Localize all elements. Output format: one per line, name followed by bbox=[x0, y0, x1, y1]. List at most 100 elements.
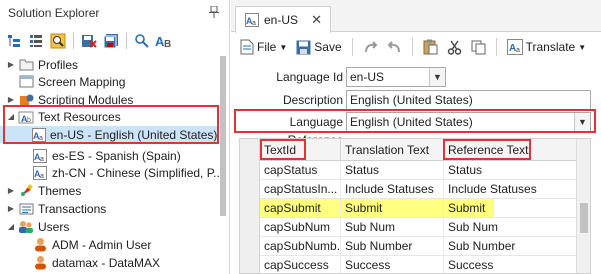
tree-item-en-us[interactable]: Aa en-US - English (United States) bbox=[0, 126, 217, 143]
tree-item-users[interactable]: ◢ Users bbox=[6, 218, 69, 235]
expand-arrow-icon[interactable]: ▶ bbox=[6, 200, 16, 217]
tree-item-profiles[interactable]: ▶ Profiles bbox=[6, 56, 78, 73]
tree-item-transactions[interactable]: ▶ Transactions bbox=[6, 200, 106, 217]
language-icon: Aa bbox=[32, 165, 48, 181]
language-reference-select[interactable]: English (United States) ▼ bbox=[346, 112, 591, 132]
collapse-arrow-icon[interactable]: ◢ bbox=[6, 218, 16, 235]
find-text-icon[interactable] bbox=[132, 31, 152, 51]
tree-item-datamax-user[interactable]: datamax - DataMAX bbox=[30, 254, 160, 271]
tab-label: en-US bbox=[264, 13, 299, 27]
tree-item-label: es-ES - Spanish (Spain) bbox=[52, 148, 181, 163]
expand-arrow-icon[interactable]: ▶ bbox=[6, 56, 16, 73]
users-icon bbox=[18, 219, 34, 235]
tab-en-us[interactable]: Aa en-US ✕ bbox=[235, 6, 331, 33]
tree-item-themes[interactable]: ▶ Themes bbox=[6, 182, 81, 199]
tree-item-label: Text Resources bbox=[38, 109, 121, 124]
collapse-arrow-icon[interactable]: ◢ bbox=[6, 108, 16, 125]
grid-cell[interactable]: Success bbox=[444, 256, 578, 273]
grid-cell[interactable]: capSubNumb... bbox=[260, 237, 341, 256]
grid-cell[interactable]: capStatus bbox=[260, 161, 341, 180]
tree-item-es-es[interactable]: Aa es-ES - Spanish (Spain) bbox=[30, 147, 181, 164]
grid-cell-highlighted[interactable]: Submit bbox=[444, 199, 494, 218]
tree-item-label: Profiles bbox=[38, 57, 79, 72]
save-button[interactable]: Save bbox=[293, 36, 344, 58]
language-icon: Aa bbox=[244, 12, 260, 28]
tree-item-zh-cn[interactable]: Aa zh-CN - Chinese (Simplified, P... bbox=[30, 164, 223, 181]
grid-cell[interactable]: Sub Number bbox=[444, 237, 578, 256]
save-all-icon[interactable] bbox=[101, 31, 121, 51]
tree-item-label: zh-CN - Chinese (Simplified, P... bbox=[52, 165, 224, 180]
tree-view-icon[interactable] bbox=[4, 31, 24, 51]
column-header-textid[interactable]: TextId bbox=[260, 139, 341, 161]
grid-cell[interactable]: Include Statuses bbox=[341, 180, 444, 199]
undo-button[interactable] bbox=[384, 36, 405, 58]
tree-item-text-resources[interactable]: ◢ Ab Text Resources bbox=[6, 108, 121, 125]
translate-icon: Aa bbox=[506, 39, 523, 55]
folder-icon bbox=[18, 57, 34, 73]
text-resource-icon[interactable]: AB bbox=[154, 31, 174, 51]
tree-item-label: Screen Mapping bbox=[38, 74, 126, 89]
svg-text:a: a bbox=[252, 20, 256, 27]
grid-cell[interactable]: Sub Num bbox=[444, 218, 578, 237]
save-label: Save bbox=[314, 40, 342, 54]
grid-cell[interactable]: Sub Num bbox=[341, 218, 444, 237]
expand-arrow-icon[interactable]: ▶ bbox=[6, 91, 16, 108]
text-resources-icon: Ab bbox=[18, 109, 34, 125]
chevron-down-icon: ▼ bbox=[279, 42, 288, 52]
user-icon bbox=[32, 237, 48, 253]
paste-button[interactable] bbox=[420, 36, 441, 58]
solution-explorer-toolbar: AB bbox=[4, 30, 174, 52]
scripting-icon bbox=[18, 92, 34, 108]
delete-icon[interactable] bbox=[79, 31, 99, 51]
tree-scrollbar[interactable] bbox=[217, 56, 229, 274]
file-menu-label: File bbox=[257, 40, 277, 54]
toolbar-separator bbox=[73, 33, 74, 49]
chevron-down-icon[interactable]: ▼ bbox=[574, 113, 590, 131]
grid-cell[interactable]: capStatusIn... bbox=[260, 180, 341, 199]
tree-item-label: Transactions bbox=[38, 201, 107, 216]
translate-button[interactable]: Aa Translate ▼ bbox=[504, 36, 590, 58]
column-header-reference-text[interactable]: Reference Text bbox=[444, 139, 578, 161]
file-menu-button[interactable]: File ▼ bbox=[237, 36, 290, 58]
copy-icon bbox=[471, 40, 486, 54]
grid-cell-highlighted[interactable]: capSubmit bbox=[260, 199, 341, 218]
description-input[interactable]: English (United States) bbox=[346, 90, 591, 110]
chevron-down-icon[interactable]: ▼ bbox=[429, 68, 445, 86]
paste-icon bbox=[423, 39, 438, 55]
tree-item-label: ADM - Admin User bbox=[52, 237, 152, 252]
tree-item-scripting-modules[interactable]: ▶ Scripting Modules bbox=[6, 91, 133, 108]
translate-label: Translate bbox=[525, 40, 576, 54]
tree-item-adm-user[interactable]: ADM - Admin User bbox=[30, 236, 151, 253]
copy-button[interactable] bbox=[468, 36, 489, 58]
cut-button[interactable] bbox=[444, 36, 465, 58]
grid-cell[interactable]: Sub Number bbox=[341, 237, 444, 256]
language-reference-value: English (United States) bbox=[350, 115, 473, 129]
redo-button[interactable] bbox=[360, 36, 381, 58]
tree-item-screen-mapping[interactable]: Screen Mapping bbox=[6, 73, 125, 90]
save-icon bbox=[296, 40, 311, 54]
tree-item-label: Themes bbox=[38, 183, 82, 198]
list-view-icon[interactable] bbox=[26, 31, 46, 51]
themes-icon bbox=[18, 183, 34, 199]
grid-cell[interactable]: Status bbox=[444, 161, 578, 180]
grid-cell[interactable]: Status bbox=[341, 161, 444, 180]
cut-icon bbox=[447, 40, 461, 55]
grid-cell[interactable]: Include Statuses bbox=[444, 180, 578, 199]
expand-arrow-icon[interactable]: ▶ bbox=[6, 182, 16, 199]
grid-cell-highlighted[interactable]: Submit bbox=[341, 199, 444, 218]
document-tab-bar: Aa en-US ✕ bbox=[231, 0, 601, 33]
language-id-select[interactable]: en-US ▼ bbox=[346, 67, 446, 87]
properties-icon[interactable] bbox=[48, 31, 68, 51]
grid-cell[interactable]: Success bbox=[341, 256, 444, 273]
pin-icon[interactable] bbox=[209, 6, 219, 18]
svg-text:a: a bbox=[40, 173, 44, 180]
close-tab-icon[interactable]: ✕ bbox=[311, 12, 322, 28]
transactions-icon bbox=[18, 201, 34, 217]
grid-cell[interactable]: capSuccess bbox=[260, 256, 341, 273]
grid-cell[interactable]: capSubNum bbox=[260, 218, 341, 237]
grid-scroll-thumb[interactable] bbox=[580, 203, 588, 233]
language-icon: Aa bbox=[32, 148, 48, 164]
grid-scrollbar[interactable] bbox=[576, 139, 590, 273]
undo-icon bbox=[387, 40, 400, 52]
column-header-translation-text[interactable]: Translation Text bbox=[341, 139, 444, 161]
